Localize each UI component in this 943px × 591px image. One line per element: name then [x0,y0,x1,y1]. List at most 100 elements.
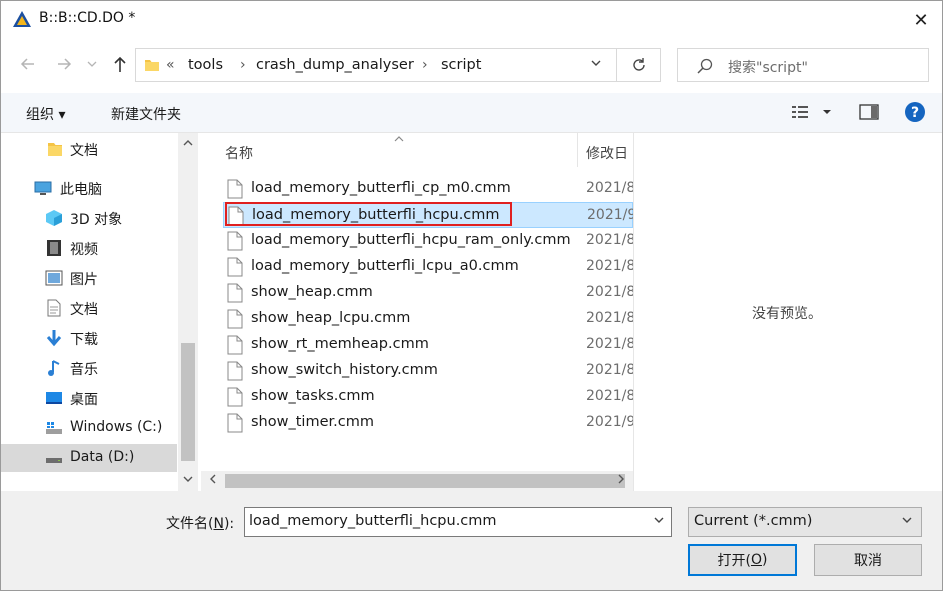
file-icon [227,257,243,277]
file-name: show_switch_history.cmm [251,362,438,378]
file-row[interactable]: load_memory_butterfli_lcpu_a0.cmm 2021/8 [223,254,633,280]
file-icon [227,413,243,433]
file-name: show_tasks.cmm [251,388,375,404]
nav-item-label: Windows (C:) [70,419,163,435]
file-date: 2021/8 [586,284,633,300]
forward-button[interactable] [53,53,75,75]
view-options-button[interactable] [791,103,835,125]
file-row[interactable]: show_timer.cmm 2021/9 [223,410,633,436]
nav-item-documents-quick[interactable]: 文档 [1,135,177,163]
file-date: 2021/8 [586,258,633,274]
scroll-down-icon[interactable] [183,475,193,486]
file-name: show_heap_lcpu.cmm [251,310,411,326]
view-list-icon [792,106,831,118]
nav-item-label: 图片 [70,272,98,288]
breadcrumb-overflow[interactable]: « [166,57,175,73]
filename-field[interactable]: load_memory_butterfli_hcpu.cmm [244,507,672,537]
preview-pane-toggle[interactable] [859,103,879,125]
scroll-up-icon[interactable] [183,139,193,150]
nav-item-drive-d[interactable]: Data (D:) [1,444,177,472]
file-icon [227,231,243,251]
open-button[interactable]: 打开(O) [688,544,797,576]
new-folder-button[interactable]: 新建文件夹 [111,104,181,124]
nav-scrollbar-thumb[interactable] [181,343,195,461]
nav-item-label: Data (D:) [70,449,135,465]
address-bar[interactable]: « tools › crash_dump_analyser › script [135,48,617,82]
scroll-left-icon[interactable] [209,473,217,488]
cube-3d-icon [46,210,62,226]
nav-item-drive-c[interactable]: Windows (C:) [1,414,177,442]
nav-item-music[interactable]: 音乐 [1,354,177,382]
nav-item-label: 下载 [70,332,98,348]
nav-item-label: 此电脑 [60,182,102,198]
help-button[interactable]: ? [904,101,926,127]
folder-icon [145,60,159,71]
file-row[interactable]: show_switch_history.cmm 2021/8 [223,358,633,384]
file-open-dialog: B::B::CD.DO * ✕ « tools › crash_dump_ana… [0,0,943,591]
nav-item-3d-objects[interactable]: 3D 对象 [1,204,177,232]
back-button[interactable] [17,53,39,75]
close-button[interactable]: ✕ [898,1,942,39]
arrow-right-icon [58,58,72,70]
nav-item-pictures[interactable]: 图片 [1,264,177,292]
chevron-down-icon [87,61,97,67]
dialog-footer: 文件名(N): load_memory_butterfli_hcpu.cmm C… [1,491,942,590]
address-row: « tools › crash_dump_analyser › script 搜… [1,43,942,87]
file-icon [227,309,243,329]
breadcrumb-separator[interactable]: › [422,57,428,73]
picture-icon [45,270,63,286]
arrow-up-icon [114,56,126,72]
file-type-select[interactable]: Current (*.cmm) [688,507,922,537]
file-name: show_timer.cmm [251,414,374,430]
nav-scrollbar[interactable] [178,133,198,491]
breadcrumb-separator[interactable]: › [240,57,246,73]
organize-button[interactable]: 组织 ▾ [26,104,65,124]
file-row[interactable]: show_heap_lcpu.cmm 2021/8 [223,306,633,332]
file-row[interactable]: load_memory_butterfli_cp_m0.cmm 2021/8 [223,176,633,202]
file-icon [227,179,243,199]
search-input[interactable]: 搜索"script" [677,48,929,82]
column-date-modified[interactable]: 修改日 [586,143,628,163]
file-date: 2021/8 [586,310,633,326]
file-date: 2021/9 [587,207,633,223]
nav-item-videos[interactable]: 视频 [1,234,177,262]
window-title: B::B::CD.DO * [39,10,136,26]
cancel-button[interactable]: 取消 [814,544,922,576]
file-row[interactable]: show_rt_memheap.cmm 2021/8 [223,332,633,358]
horizontal-scrollbar-thumb[interactable] [225,474,625,488]
filename-history-dropdown[interactable] [653,514,665,529]
nav-item-this-pc[interactable]: 此电脑 [1,174,177,202]
document-icon [47,299,61,317]
no-preview-text: 没有预览。 [752,306,822,322]
up-button[interactable] [109,53,131,75]
download-icon [46,330,62,347]
nav-item-documents[interactable]: 文档 [1,294,177,322]
file-row[interactable]: show_tasks.cmm 2021/8 [223,384,633,410]
file-name: load_memory_butterfli_cp_m0.cmm [251,180,511,196]
file-row[interactable]: show_heap.cmm 2021/8 [223,280,633,306]
nav-item-label: 3D 对象 [70,212,123,228]
breadcrumb-tools[interactable]: tools [188,57,223,73]
nav-item-desktop[interactable]: 桌面 [1,384,177,412]
title-bar: B::B::CD.DO * ✕ [1,1,942,39]
search-placeholder: 搜索"script" [728,60,808,76]
scroll-right-icon[interactable] [617,473,625,488]
file-date: 2021/9 [586,414,633,430]
nav-item-label: 文档 [70,302,98,318]
file-list-horizontal-scrollbar[interactable] [201,471,633,491]
breadcrumb-crash-dump-analyser[interactable]: crash_dump_analyser [256,57,414,73]
file-row[interactable]: load_memory_butterfli_hcpu_ram_only.cmm … [223,228,633,254]
address-dropdown[interactable] [590,57,602,72]
nav-item-downloads[interactable]: 下载 [1,324,177,352]
refresh-button[interactable] [617,48,661,82]
svg-text:?: ? [911,105,919,121]
nav-item-label: 桌面 [70,392,98,408]
breadcrumb-script[interactable]: script [441,57,481,73]
file-name: load_memory_butterfli_hcpu_ram_only.cmm [251,232,571,248]
refresh-icon [632,58,645,71]
recent-locations-button[interactable] [85,53,99,75]
file-date: 2021/8 [586,362,633,378]
file-type-dropdown[interactable] [901,514,913,529]
column-name[interactable]: 名称 [225,143,253,163]
column-divider[interactable] [577,133,578,167]
